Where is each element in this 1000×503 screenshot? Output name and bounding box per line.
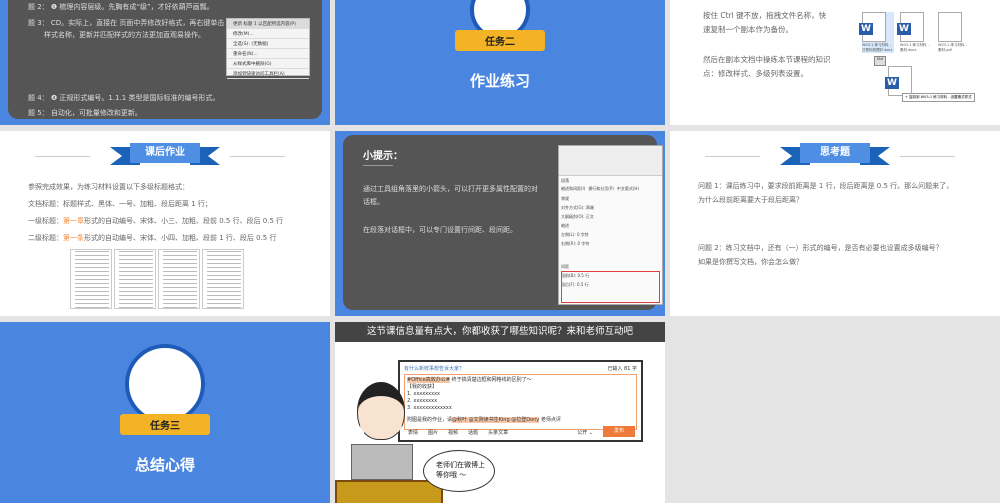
answer-3-cont: 样式名称，更新并匹配样式的方法更加直观易操作。	[44, 31, 205, 39]
slide-thumbnail-copy-tip[interactable]: 按住 Ctrl 键不放，拖拽文件名称，快 速复制一个副本作为备份。 然后在副本文…	[670, 0, 1000, 125]
slide-title: 总结心得	[134, 456, 195, 474]
dialog-tab: 缩进和间距(I)	[561, 186, 586, 191]
dialog-tab: 中文版式(H)	[616, 186, 639, 191]
menu-item: 修改(M)...	[227, 29, 309, 39]
slide-thumbnail-task3[interactable]: 任务三 总结心得	[0, 322, 330, 503]
hint-line: 话框。	[363, 198, 384, 206]
post-prompt: 有什么新鲜事想告诉大家？	[404, 366, 465, 372]
emoji-button[interactable]: 表情	[408, 429, 418, 436]
level2-spec: 二级标题：第一条形式的自动编号、宋体、小四、加粗、段前 1 行、段后 0.5 行	[28, 234, 277, 242]
pdf-file-icon	[938, 12, 962, 42]
page-preview	[70, 249, 112, 309]
file-icons: W W03-1 练习材料 - 已帮你梳理好.docx W W03-1 练习材料 - …	[859, 12, 970, 53]
desk	[335, 480, 443, 503]
menu-item: 更新 标题 1 以匹配所选内容(P)	[227, 19, 309, 29]
file-name: W03-1 练习材料 - 素材.pdf	[938, 43, 967, 52]
answer-2: 题 2： ❶ 梳理内容层级。先胸有成“级”，才好依葫芦画瓢。	[28, 3, 214, 11]
context-menu: 更新 标题 1 以匹配所选内容(P) 修改(M)... 全选(S): (无数据)…	[226, 18, 310, 79]
drag-tooltip: + 复制到 W03-1 练习材料 - 设置格式样式	[902, 93, 975, 102]
title-ribbon: 思考题	[780, 143, 890, 167]
post-input[interactable]: #Office高效办公# 终于搞清楚边框和网格线的区别了～ 【我的收获】 1. …	[404, 374, 637, 430]
answer-3: 题 3： CD。实际上，直接在 页面中弄修改好格式，再右键单击	[28, 19, 225, 27]
highlight-box	[561, 271, 660, 303]
page-preview	[114, 249, 156, 309]
hint-line: 通过工具组角落里的小箭头，可以打开更多属性配置的对	[363, 185, 538, 193]
result-preview	[70, 249, 244, 309]
divider	[363, 165, 393, 166]
divider	[35, 156, 90, 157]
dialog-tab: 换行和分页(P)	[588, 186, 614, 191]
mascot-badge: 任务三	[120, 344, 210, 435]
menu-item: 全选(S): (无数据)	[227, 39, 309, 49]
dialog-title: 段落	[561, 178, 569, 183]
task-banner: 任务三	[120, 414, 210, 435]
level1-spec: 一级标题：第一章形式的自动编号、宋体、小三、加粗、段前 0.5 行、段后 0.5…	[28, 217, 284, 225]
menu-item: 重命名(N)...	[227, 49, 309, 59]
intro-text: 参照完成效果，为练习材料设置以下多级标题格式：	[28, 183, 189, 191]
slide-thumbnail-weibo[interactable]: 这节课信息量有点大，你都收获了哪些知识呢？来和老师互动吧 有什么新鲜事想告诉大家…	[335, 322, 665, 503]
tip-line: 点：修改样式、多级列表设置。	[703, 69, 808, 78]
question-1-cont: 为什么段前距离要大于段后距离？	[698, 196, 803, 204]
article-button[interactable]: 头条文章	[488, 429, 508, 436]
doc-title-spec: 文档标题：标题样式、黑体、一号、加粗、段后距离 1 行；	[28, 200, 212, 208]
hint-heading: 小提示：	[363, 151, 403, 162]
tip-line: 然后在副本文档中操练本节课程的知识	[703, 55, 831, 64]
teacher-cartoon	[357, 382, 405, 440]
send-button[interactable]: 发布	[603, 426, 635, 437]
page-preview	[158, 249, 200, 309]
slide-thumbnail-task2[interactable]: 任务二 作业练习	[335, 0, 665, 125]
slide-thumbnail-answers[interactable]: 题 2： ❶ 梳理内容层级。先胸有成“级”，才好依葫芦画瓢。 题 3： CD。实…	[0, 0, 330, 125]
slide-thumbnail-questions[interactable]: 思考题 问题 1：课后练习中，要求段前距离是 1 行，段后距离是 0.5 行。那…	[670, 131, 1000, 316]
slide-thumbnail-hint[interactable]: 小提示： 通过工具组角落里的小箭头，可以打开更多属性配置的对 话框。 在段落对话…	[335, 131, 665, 316]
ctrl-key: Ctrl	[874, 56, 886, 66]
slide-title: 作业练习	[469, 72, 530, 90]
mascot-avatar	[125, 344, 205, 424]
page-preview	[202, 249, 244, 309]
slide-banner: 这节课信息量有点大，你都收获了哪些知识呢？来和老师互动吧	[335, 322, 665, 342]
tip-line: 速复制一个副本作为备份。	[703, 25, 793, 34]
hint-line: 在段落对话框中，可以专门设置行间距、段间距。	[363, 226, 517, 234]
task-banner: 任务二	[455, 30, 545, 51]
speech-bubble: 老师们在微博上 等你哦 ～	[423, 450, 495, 492]
file-name: W03-1 练习材料 - 已帮你梳理好.docx	[862, 43, 893, 52]
divider	[230, 156, 285, 157]
slide-thumbnail-homework[interactable]: 课后作业 参照完成效果，为练习材料设置以下多级标题格式： 文档标题：标题样式、黑…	[0, 131, 330, 316]
char-count: 已输入 81 字	[607, 366, 637, 372]
answer-5: 题 5： 自动化，可批量修改和更新。	[28, 109, 142, 117]
menu-item: 从样式库中删除(G)	[227, 59, 309, 69]
tip-line: 按住 Ctrl 键不放，拖拽文件名称，快	[703, 11, 827, 20]
file-name: W03-1 练习材料 - 素材.docx	[900, 43, 929, 52]
paragraph-dialog: 段落 缩进和间距(I) 换行和分页(P) 中文版式(H) 常规 对齐方式(G): 两…	[558, 145, 663, 305]
divider	[900, 156, 955, 157]
video-button[interactable]: 视频	[448, 429, 458, 436]
visibility-select[interactable]: 公开 ⌄	[577, 429, 593, 436]
title-ribbon: 课后作业	[110, 143, 220, 167]
word-file-icon: W	[859, 12, 886, 42]
laptop-icon	[351, 444, 413, 480]
menu-item: 添加到快速访问工具栏(A)	[227, 69, 309, 79]
word-file-icon: W	[897, 12, 924, 42]
image-button[interactable]: 图片	[428, 429, 438, 436]
question-2-cont: 如果是你撰写文档，你会怎么做？	[698, 258, 803, 266]
question-2: 问题 2：练习文档中，还有（一）形式的编号，是否有必要也设置成多级编号？	[698, 244, 943, 252]
mascot-badge: 任务二	[455, 0, 545, 51]
divider	[705, 156, 760, 157]
answer-4: 题 4： ❹ 正规形式编号。1.1.1 类型是国际标准的编号形式。	[28, 94, 220, 102]
topic-button[interactable]: 话题	[468, 429, 478, 436]
slide-panel: 小提示： 通过工具组角落里的小箭头，可以打开更多属性配置的对 话框。 在段落对话…	[343, 135, 663, 310]
question-1: 问题 1：课后练习中，要求段前距离是 1 行，段后距离是 0.5 行。那么问题来…	[698, 182, 954, 190]
weibo-post-box: 有什么新鲜事想告诉大家？ 已输入 81 字 #Office高效办公# 终于搞清楚…	[398, 360, 643, 442]
